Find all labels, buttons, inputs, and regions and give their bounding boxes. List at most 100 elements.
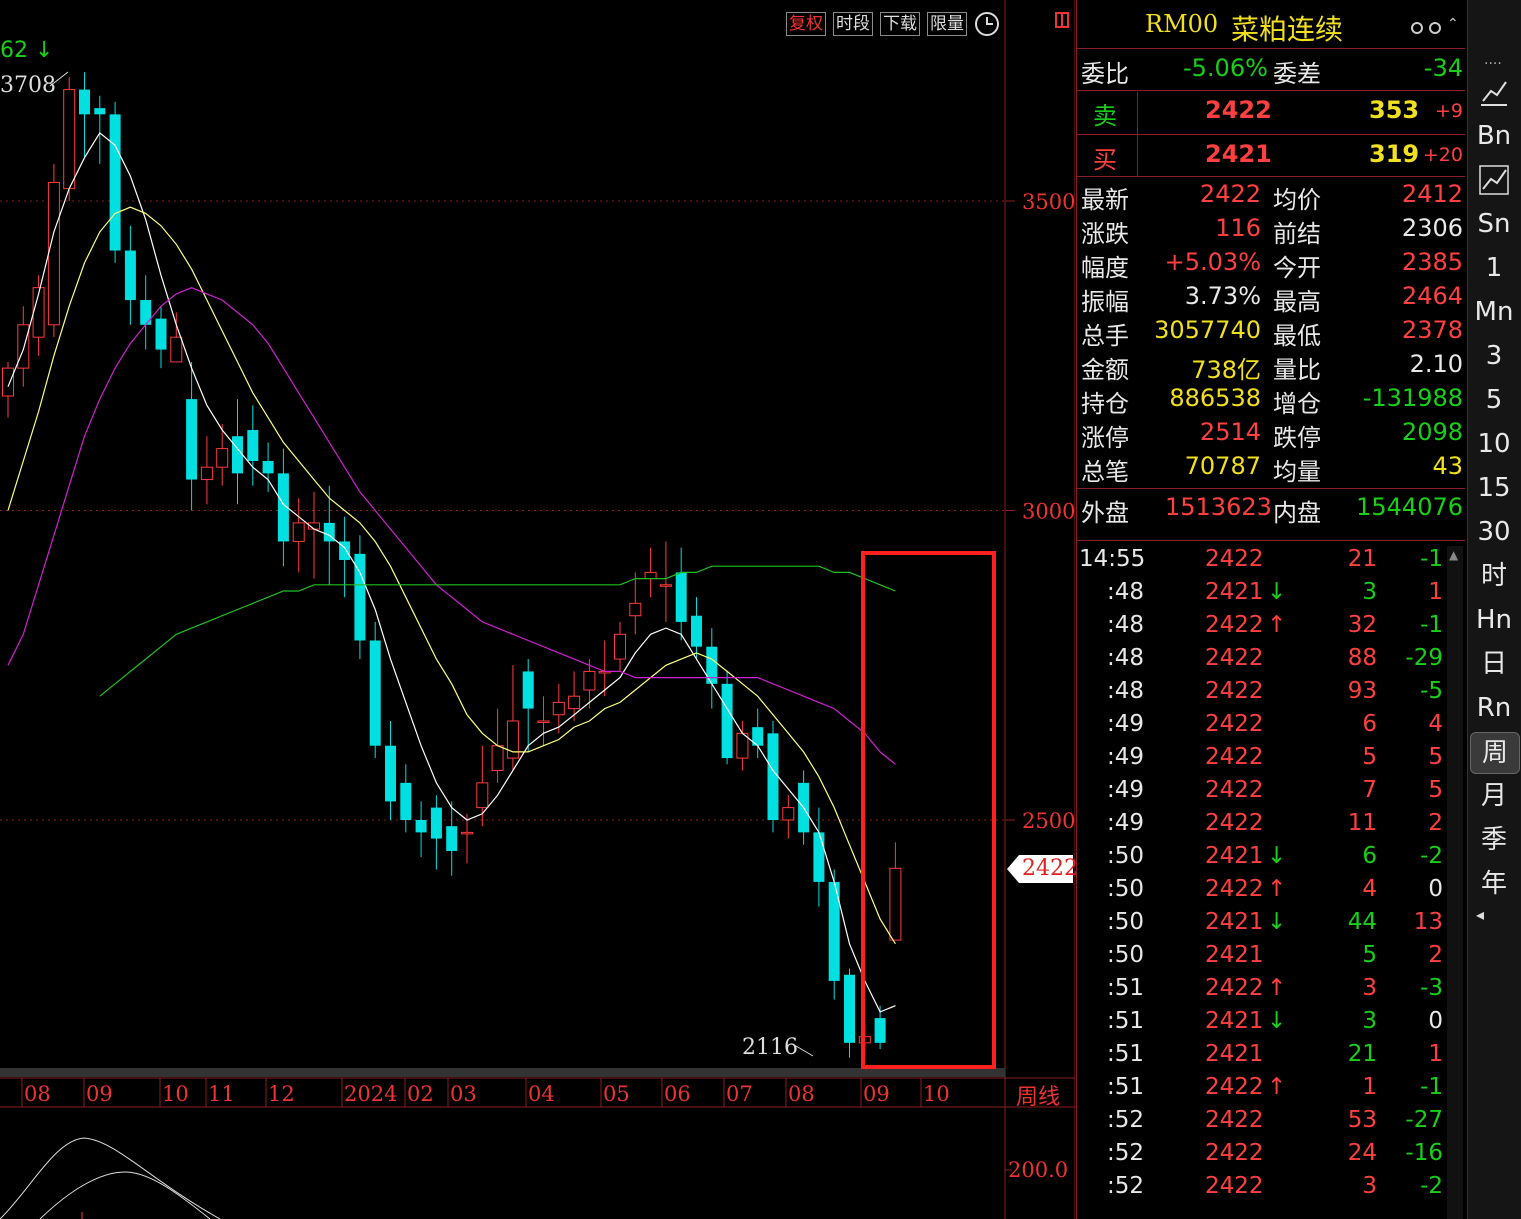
buy-volume: 319: [1369, 140, 1420, 168]
tick-volume: 24: [1347, 1140, 1377, 1166]
tick-price: 2421: [1205, 843, 1264, 869]
tick-volume: 11: [1347, 810, 1377, 836]
tick-row: :51 2421 ↓ 3 0: [1077, 1008, 1455, 1041]
period-1[interactable]: 1: [1470, 248, 1518, 288]
tick-open-interest-change: 4: [1428, 711, 1443, 737]
line-chart-icon[interactable]: [1470, 72, 1518, 112]
tick-row: :49 2422 5 5: [1077, 744, 1455, 777]
quote-label: 均价: [1273, 186, 1321, 214]
period-年[interactable]: 年: [1470, 864, 1518, 904]
tick-time: :48: [1107, 678, 1145, 704]
up-arrow-icon: ↑: [1267, 612, 1287, 638]
period-Rn[interactable]: Rn: [1470, 688, 1518, 728]
quote-value: 2464: [1401, 282, 1463, 310]
tick-time: :52: [1107, 1140, 1145, 1166]
ma5-line: [7, 132, 896, 1013]
period-10[interactable]: 10: [1470, 424, 1518, 464]
period-Sn[interactable]: Sn: [1470, 204, 1518, 244]
tick-time: 14:55: [1079, 546, 1146, 572]
tick-open-interest-change: 5: [1428, 777, 1443, 803]
tick-open-interest-change: 0: [1428, 1008, 1443, 1034]
quote-panel: RM00 菜粕连续 ⌃ 委比 -5.06% 委差 -34 卖 2422 353 …: [1076, 0, 1467, 1219]
period-30[interactable]: 30: [1470, 512, 1518, 552]
period-Bn[interactable]: Bn: [1470, 116, 1518, 156]
quote-label: 跌停: [1273, 424, 1321, 452]
period-3[interactable]: 3: [1470, 336, 1518, 376]
period-日[interactable]: 日: [1470, 644, 1518, 684]
tick-time: :51: [1107, 1008, 1145, 1034]
low-label-pointer: [795, 1045, 814, 1057]
x-tick-label: 08: [24, 1082, 51, 1106]
candle: [659, 541, 672, 622]
quote-label: 前结: [1273, 220, 1321, 248]
tick-volume: 3: [1362, 975, 1377, 1001]
period-月[interactable]: 月: [1470, 776, 1518, 816]
quote-row: 幅度 +5.03% 今开 2385: [1077, 248, 1467, 282]
bar-period-icon[interactable]: [1055, 12, 1069, 28]
candle: [598, 640, 611, 697]
period-Mn[interactable]: Mn: [1470, 292, 1518, 332]
quote-label: 振幅: [1081, 288, 1129, 316]
quote-value: 2412: [1401, 180, 1463, 208]
tick-price: 2422: [1205, 612, 1264, 638]
period-时[interactable]: 时: [1470, 556, 1518, 596]
scroll-up-icon[interactable]: ▲: [1449, 548, 1458, 562]
tick-price: 2421: [1205, 1041, 1264, 1067]
toolbar-button-0[interactable]: 复权: [786, 12, 826, 36]
tick-time: :50: [1107, 876, 1145, 902]
toolbar-button-2[interactable]: 下载: [880, 12, 920, 36]
x-tick-label: 02: [407, 1082, 434, 1106]
tick-open-interest-change: 2: [1428, 942, 1443, 968]
x-tick-label: 10: [162, 1082, 189, 1106]
trend-chart-icon[interactable]: [1470, 160, 1518, 200]
period-15[interactable]: 15: [1470, 468, 1518, 508]
kline-chart-panel[interactable]: 3500 3000 2500 08 09 10 11 12 2024 02 03 04 05 06 07 08…: [0, 0, 1078, 1219]
tick-open-interest-change: -16: [1405, 1140, 1443, 1166]
toolbar-button-1[interactable]: 时段: [833, 12, 873, 36]
period-5[interactable]: 5: [1470, 380, 1518, 420]
candle: [889, 842, 902, 941]
tick-row: :52 2422 3 -2: [1077, 1173, 1455, 1206]
down-arrow-icon: ↓: [1267, 579, 1287, 605]
outer-volume-value: 1513623: [1165, 493, 1272, 521]
period-季[interactable]: 季: [1470, 820, 1518, 860]
tick-price: 2421: [1205, 579, 1264, 605]
quote-row: 总手 3057740 最低 2378: [1077, 316, 1467, 350]
clock-icon[interactable]: [975, 12, 999, 36]
tick-volume: 32: [1347, 612, 1377, 638]
quote-label: 总笔: [1081, 458, 1129, 486]
x-tick-label: 11: [208, 1082, 235, 1106]
tick-price: 2421: [1205, 1008, 1264, 1034]
quote-value: +5.03%: [1164, 248, 1261, 276]
quote-row: 总笔 70787 均量 43: [1077, 452, 1467, 486]
tick-time: :49: [1107, 810, 1145, 836]
up-arrow-icon: ↑: [1267, 975, 1287, 1001]
sell-price: 2422: [1205, 96, 1272, 124]
tick-scrollbar[interactable]: ▲: [1447, 546, 1463, 1219]
tick-price: 2422: [1205, 810, 1264, 836]
sub-indicator-line-2: [39, 1171, 211, 1219]
collapse-arrow-icon[interactable]: ◂: [1476, 905, 1484, 924]
toolbar-button-3[interactable]: 限量: [927, 12, 967, 36]
collapse-icon[interactable]: ⌃: [1447, 16, 1459, 32]
period-周[interactable]: 周: [1470, 732, 1520, 774]
candle: [232, 399, 243, 505]
kline-chart[interactable]: 3500 3000 2500 08 09 10 11 12 2024 02 03 04 05 06 07 08…: [0, 0, 1075, 1219]
candle: [308, 491, 320, 579]
tick-price: 2421: [1205, 942, 1264, 968]
down-arrow-icon: ↓: [1267, 843, 1287, 869]
quote-value: 70787: [1184, 452, 1261, 480]
settings-icon[interactable]: [1429, 22, 1441, 34]
inner-volume-label: 内盘: [1273, 499, 1321, 527]
period-label: 周线: [1016, 1085, 1061, 1110]
gear-icon[interactable]: [1411, 22, 1423, 34]
candle: [32, 275, 45, 356]
y-tick-label: 3500: [1022, 190, 1075, 214]
candle: [385, 720, 396, 820]
tick-time: :50: [1107, 909, 1145, 935]
tick-row: 14:55 2422 21 -1: [1077, 546, 1455, 579]
tick-volume: 5: [1362, 744, 1377, 770]
quote-value: 43: [1432, 452, 1463, 480]
period-Hn[interactable]: Hn: [1470, 600, 1518, 640]
candle: [537, 696, 550, 746]
